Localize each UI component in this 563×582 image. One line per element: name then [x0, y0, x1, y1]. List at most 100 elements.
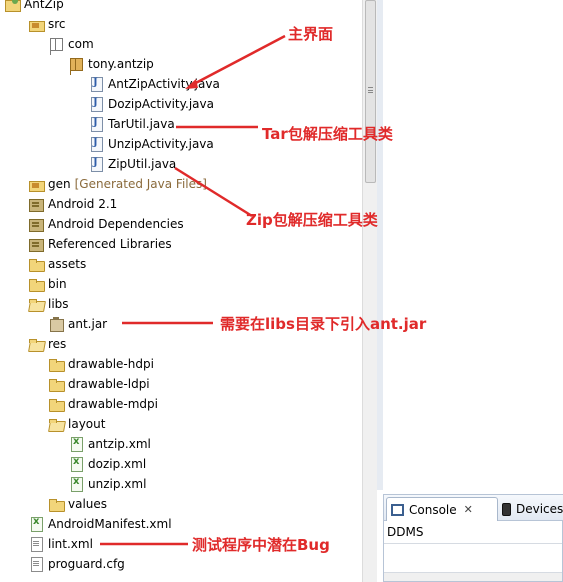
- tree-item-decoration: [Generated Java Files]: [74, 177, 207, 191]
- tree-item-proguard-cfg[interactable]: proguard.cfg: [28, 554, 125, 574]
- tree-item-antzipactivity-java[interactable]: AntZipActivity.java: [88, 74, 220, 94]
- tree-item-label: Android Dependencies: [48, 217, 184, 231]
- tab-devices[interactable]: Devices: [498, 497, 563, 521]
- tree-item-dozipactivity-java[interactable]: DozipActivity.java: [88, 94, 214, 114]
- file-icon: [28, 556, 44, 572]
- tree-item-label: antzip.xml: [88, 437, 151, 451]
- java-file-icon: [88, 136, 104, 152]
- tree-item-android-2-1[interactable]: Android 2.1: [28, 194, 117, 214]
- annotation-zip-util: Zip包解压缩工具类: [246, 211, 378, 229]
- tab-devices-label: Devices: [516, 502, 563, 516]
- tree-item-label: drawable-ldpi: [68, 377, 150, 391]
- tree-item-tarutil-java[interactable]: TarUtil.java: [88, 114, 175, 134]
- tree-item-label: bin: [48, 277, 67, 291]
- horizontal-scrollbar[interactable]: [384, 572, 562, 581]
- tree-item-label: assets: [48, 257, 87, 271]
- tree-item-label: TarUtil.java: [108, 117, 175, 131]
- package-explorer-tree[interactable]: AntZip srccom tony.antzip AntZipActivity.ja…: [0, 0, 362, 582]
- tree-item-label: DozipActivity.java: [108, 97, 214, 111]
- folder-icon: [48, 356, 65, 372]
- tree-item-androidmanifest-xml[interactable]: AndroidManifest.xml: [28, 514, 172, 534]
- tree-item-label: AntZip: [24, 0, 64, 11]
- tree-item-label: gen: [48, 177, 71, 191]
- tree-item-antzip[interactable]: AntZip: [4, 0, 64, 14]
- java-file-icon: [88, 76, 104, 92]
- tree-item-label: proguard.cfg: [48, 557, 125, 571]
- source-folder-icon: [28, 16, 45, 32]
- tree-item-ant-jar[interactable]: ant.jar: [48, 314, 107, 334]
- console-tab-bar: Console ✕ Devices: [384, 495, 563, 521]
- tree-item-referenced-libraries[interactable]: Referenced Libraries: [28, 234, 172, 254]
- tree-item-bin[interactable]: bin: [28, 274, 67, 294]
- vertical-scrollbar[interactable]: [362, 0, 377, 582]
- tree-item-lint-xml[interactable]: lint.xml: [28, 534, 93, 554]
- tree-item-label: src: [48, 17, 66, 31]
- tree-item-label: ant.jar: [68, 317, 108, 331]
- tree-item-label: AndroidManifest.xml: [48, 517, 172, 531]
- tree-item-drawable-hdpi[interactable]: drawable-hdpi: [48, 354, 154, 374]
- tree-item-values[interactable]: values: [48, 494, 107, 514]
- tab-console-label: Console: [409, 502, 457, 517]
- folder-icon: [48, 396, 65, 412]
- tree-item-label: layout: [68, 417, 106, 431]
- tree-item-label: AntZipActivity.java: [108, 77, 220, 91]
- empty-package-icon: [48, 36, 64, 52]
- folder-open-icon: [28, 336, 44, 352]
- device-icon: [502, 502, 511, 516]
- tree-item-gen[interactable]: gen [Generated Java Files]: [28, 174, 207, 194]
- tree-item-label: drawable-mdpi: [68, 397, 158, 411]
- tree-item-libs[interactable]: libs: [28, 294, 69, 314]
- tree-item-dozip-xml[interactable]: dozip.xml: [68, 454, 146, 474]
- tree-item-android-dependencies[interactable]: Android Dependencies: [28, 214, 184, 234]
- editor-area: [377, 0, 563, 490]
- tree-item-unzip-xml[interactable]: unzip.xml: [68, 474, 146, 494]
- package-icon: [68, 56, 84, 72]
- jar-file-icon: [48, 316, 64, 332]
- tree-item-label: libs: [48, 297, 69, 311]
- scrollbar-thumb[interactable]: [365, 0, 376, 183]
- tree-item-label: dozip.xml: [88, 457, 147, 471]
- project-icon: [4, 0, 21, 12]
- tree-item-antzip-xml[interactable]: antzip.xml: [68, 434, 151, 454]
- tree-item-label: unzip.xml: [88, 477, 147, 491]
- tree-item-tony-antzip[interactable]: tony.antzip: [68, 54, 154, 74]
- tree-item-label: values: [68, 497, 108, 511]
- tree-item-ziputil-java[interactable]: ZipUtil.java: [88, 154, 176, 174]
- folder-icon: [48, 496, 65, 512]
- tree-item-label: drawable-hdpi: [68, 357, 154, 371]
- source-folder-icon: [28, 176, 45, 192]
- tree-item-label: tony.antzip: [88, 57, 154, 71]
- tree-item-label: Referenced Libraries: [48, 237, 172, 251]
- java-file-icon: [88, 156, 104, 172]
- tree-item-res[interactable]: res: [28, 334, 66, 354]
- console-output-text: DDMS: [387, 525, 424, 539]
- tree-item-label: UnzipActivity.java: [108, 137, 214, 151]
- tree-item-drawable-ldpi[interactable]: drawable-ldpi: [48, 374, 150, 394]
- close-icon[interactable]: ✕: [464, 503, 473, 516]
- tree-item-drawable-mdpi[interactable]: drawable-mdpi: [48, 394, 158, 414]
- tree-item-layout[interactable]: layout: [48, 414, 105, 434]
- folder-icon: [48, 376, 65, 392]
- tree-item-label: ZipUtil.java: [108, 157, 177, 171]
- tree-item-src[interactable]: src: [28, 14, 66, 34]
- annotation-main-ui: 主界面: [288, 25, 334, 43]
- tree-item-label: res: [48, 337, 67, 351]
- tab-console[interactable]: Console ✕: [386, 497, 498, 521]
- console-output-area[interactable]: [384, 543, 562, 573]
- tree-item-com[interactable]: com: [48, 34, 94, 54]
- folder-icon: [28, 276, 45, 292]
- xml-file-icon: [68, 476, 84, 492]
- tree-item-assets[interactable]: assets: [28, 254, 86, 274]
- tree-item-label: Android 2.1: [48, 197, 118, 211]
- annotation-ant-jar: 需要在libs目录下引入ant.jar: [220, 315, 427, 333]
- console-panel: Console ✕ Devices DDMS: [383, 494, 563, 582]
- library-icon: [28, 196, 44, 212]
- tree-item-unzipactivity-java[interactable]: UnzipActivity.java: [88, 134, 214, 154]
- folder-icon: [28, 256, 45, 272]
- folder-open-icon: [48, 416, 64, 432]
- java-file-icon: [88, 96, 104, 112]
- console-icon: [391, 503, 404, 516]
- annotation-tar-util: Tar包解压缩工具类: [262, 125, 393, 143]
- tree-item-label: com: [68, 37, 94, 51]
- file-icon: [28, 536, 44, 552]
